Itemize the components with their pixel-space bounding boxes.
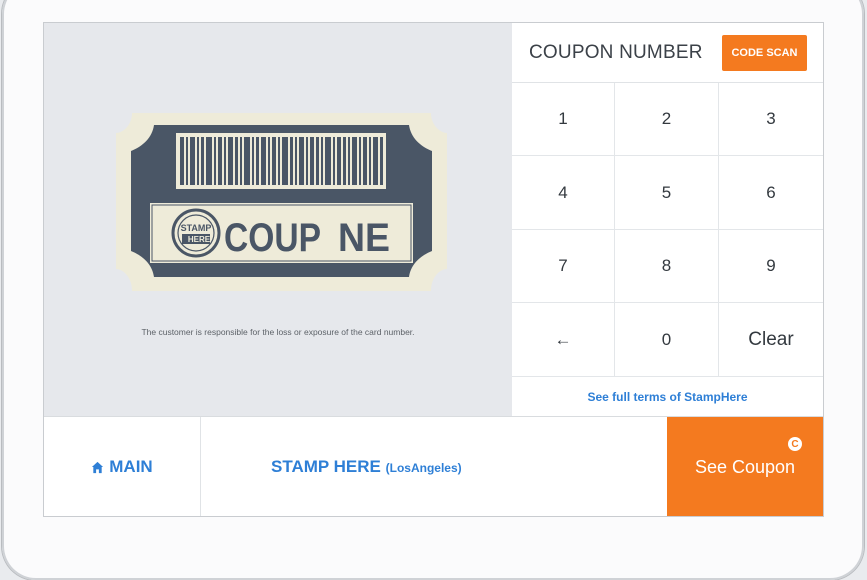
key-7[interactable]: 7 (512, 230, 615, 303)
coupon-number-header: COUPON NUMBER CODE SCAN (512, 23, 823, 83)
key-0[interactable]: 0 (615, 303, 719, 377)
key-6[interactable]: 6 (719, 156, 823, 230)
key-3[interactable]: 3 (719, 83, 823, 156)
key-1[interactable]: 1 (512, 83, 615, 156)
coupon-entry-panel: COUPON NUMBER CODE SCAN 1 2 3 4 5 6 7 8 … (512, 23, 823, 416)
store-title: STAMP HERE (LosAngeles) (271, 457, 462, 477)
home-icon (91, 461, 104, 474)
coupon-ticket-illustration: STAMP HERE COUP NE (116, 113, 447, 291)
backspace-key[interactable]: ← (512, 303, 615, 377)
app-screen: STAMP HERE COUP NE The customer is respo… (44, 23, 823, 516)
bottom-bar: MAIN STAMP HERE (LosAngeles) See Coupon … (44, 416, 823, 516)
key-2[interactable]: 2 (615, 83, 719, 156)
coupon-number-title: COUPON NUMBER (529, 42, 703, 63)
key-9[interactable]: 9 (719, 230, 823, 303)
clear-key[interactable]: Clear (719, 303, 823, 377)
stamp-text-line2: HERE (188, 235, 211, 244)
ticket-word-left: COUP (224, 216, 321, 260)
coupon-preview-panel: STAMP HERE COUP NE The customer is respo… (44, 23, 513, 416)
key-5[interactable]: 5 (615, 156, 719, 230)
ticket-word-right: NE (338, 216, 390, 260)
coupon-badge-icon: C (788, 437, 802, 451)
see-coupon-button[interactable]: See Coupon C (667, 417, 823, 516)
terms-link[interactable]: See full terms of StampHere (512, 377, 823, 416)
store-location: (LosAngeles) (385, 461, 462, 475)
stamp-badge: STAMP HERE (171, 208, 221, 258)
key-8[interactable]: 8 (615, 230, 719, 303)
disclaimer-text: The customer is responsible for the loss… (141, 327, 415, 337)
code-scan-button[interactable]: CODE SCAN (722, 35, 807, 71)
main-button[interactable]: MAIN (44, 417, 201, 516)
stamp-text-line1: STAMP (181, 223, 212, 233)
numeric-keypad: 1 2 3 4 5 6 7 8 9 ← 0 Clear (512, 83, 823, 377)
key-4[interactable]: 4 (512, 156, 615, 230)
store-name-text: STAMP HERE (271, 457, 381, 476)
main-label: MAIN (109, 457, 153, 476)
see-coupon-label: See Coupon (694, 456, 796, 477)
